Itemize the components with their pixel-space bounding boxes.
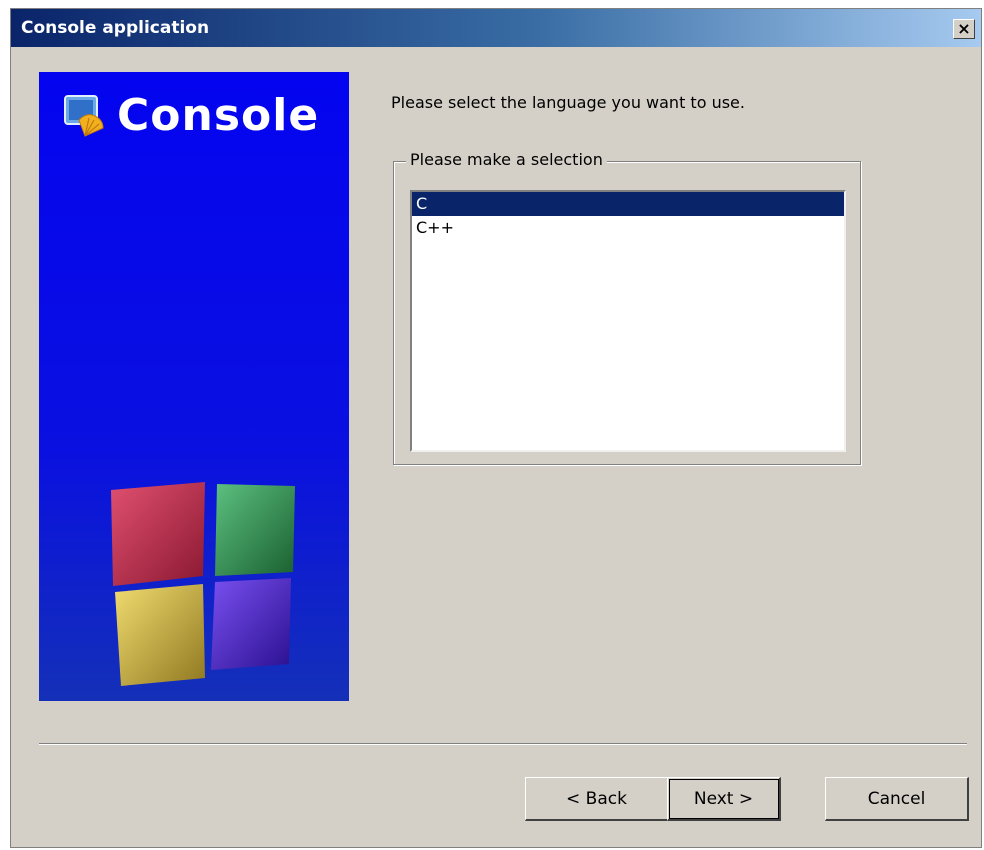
language-groupbox: Please make a selection C C++ bbox=[393, 150, 861, 465]
next-button-label: Next > bbox=[693, 788, 754, 809]
footer-separator bbox=[39, 743, 967, 745]
wizard-side-banner: Console bbox=[39, 72, 349, 701]
back-button[interactable]: < Back bbox=[525, 777, 669, 821]
list-item-c[interactable]: C bbox=[412, 192, 844, 216]
title-bar[interactable]: Console application × bbox=[11, 9, 981, 47]
colored-cubes-logo bbox=[111, 482, 295, 686]
next-button[interactable]: Next > bbox=[667, 777, 781, 821]
close-icon: × bbox=[957, 19, 971, 38]
groupbox-label: Please make a selection bbox=[406, 150, 607, 169]
green-cube bbox=[215, 484, 295, 576]
yellow-cube bbox=[115, 584, 205, 686]
window-title: Console application bbox=[21, 18, 210, 38]
list-item-cpp[interactable]: C++ bbox=[412, 216, 844, 240]
close-button[interactable]: × bbox=[953, 19, 975, 39]
banner-logo: Console bbox=[63, 90, 319, 141]
red-cube bbox=[111, 482, 205, 586]
purple-cube bbox=[211, 578, 291, 670]
language-listbox[interactable]: C C++ bbox=[410, 190, 846, 452]
prompt-text: Please select the language you want to u… bbox=[391, 93, 745, 112]
cancel-button[interactable]: Cancel bbox=[825, 777, 969, 821]
banner-title: Console bbox=[117, 90, 320, 141]
codeblocks-shell-icon bbox=[64, 94, 104, 137]
wizard-window: Console application × Console Please sel… bbox=[10, 8, 982, 848]
back-button-label: < Back bbox=[566, 788, 627, 809]
cancel-button-label: Cancel bbox=[867, 788, 926, 809]
